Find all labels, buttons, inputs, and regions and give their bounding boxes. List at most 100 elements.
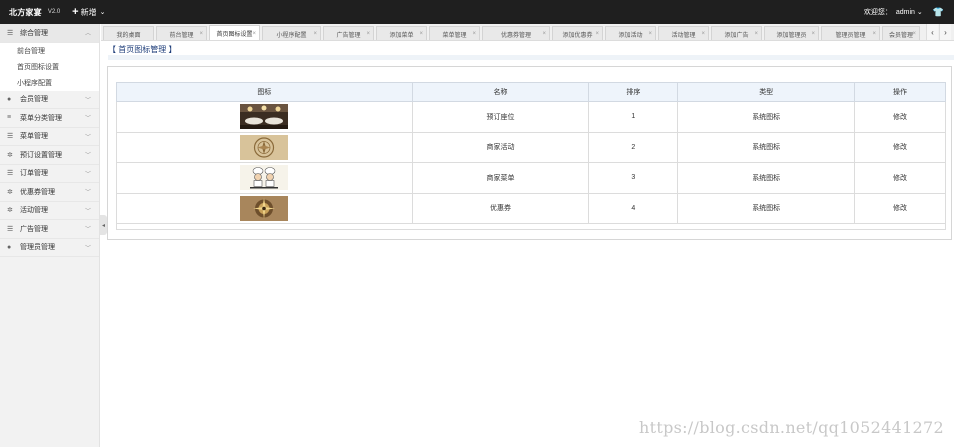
close-icon[interactable]: × xyxy=(419,31,423,37)
tab-label: 前台管理 xyxy=(169,32,194,39)
sidebar-item-1[interactable]: ● 会员管理 ﹀ xyxy=(0,91,99,109)
order-cell: 3 xyxy=(588,162,679,194)
tab-label: 首页图标设置 xyxy=(216,32,253,38)
chevron-down-icon: ﹀ xyxy=(84,245,91,252)
table-footer-cell xyxy=(116,223,946,230)
close-icon[interactable]: × xyxy=(472,31,476,37)
close-icon[interactable]: × xyxy=(648,31,652,37)
tab-10[interactable]: 活动管理 × xyxy=(658,26,709,40)
sidebar-item-9[interactable]: ● 管理员管理 ﹀ xyxy=(0,239,99,257)
col-icon-header: 图标 xyxy=(116,82,413,102)
action-cell: 修改 xyxy=(854,162,946,194)
tab-9[interactable]: 添加活动 × xyxy=(605,26,656,40)
tab-11[interactable]: 添加广告 × xyxy=(711,26,762,40)
gear-icon: ✲ xyxy=(7,207,13,215)
brand-name: 北方家宴 xyxy=(9,7,42,17)
sidebar-item-3[interactable]: ☰ 菜单管理 ﹀ xyxy=(0,128,99,146)
close-icon[interactable]: × xyxy=(811,31,815,37)
emblem-photo xyxy=(240,134,289,160)
close-icon[interactable]: × xyxy=(366,31,370,37)
tab-4[interactable]: 广告管理 × xyxy=(323,26,374,40)
sidebar-collapse-handle[interactable]: ◂ xyxy=(100,215,107,235)
col-name-header: 名称 xyxy=(411,82,590,102)
list-icon: ☰ xyxy=(7,133,14,141)
tab-label: 小程序配置 xyxy=(276,32,307,39)
name-cell: 优惠券 xyxy=(411,192,590,224)
close-icon[interactable]: × xyxy=(701,31,705,37)
sidebar-item-2[interactable]: ≡ 菜单分类管理 ﹀ xyxy=(0,109,99,128)
skin-shirt-icon[interactable]: 👕 xyxy=(933,7,944,18)
order-cell: 1 xyxy=(588,101,679,133)
tab-bar: 我的桌面 前台管理 × 首页图标设置 × 小程序配置 × 广告管理 × 添加菜单 × 菜单管理 × 优惠券… xyxy=(101,24,954,41)
close-icon[interactable]: × xyxy=(754,31,758,37)
sidebar-item-6[interactable]: ✲ 优惠券管理 ﹀ xyxy=(0,183,99,202)
sidebar-subitem-2[interactable]: 小程序配置 xyxy=(0,74,99,91)
tab-label: 会员管理 xyxy=(888,32,913,39)
chevron-down-icon: ﹀ xyxy=(84,190,91,197)
action-cell: 修改 xyxy=(854,192,946,224)
name-cell: 商家活动 xyxy=(411,131,590,163)
close-icon[interactable]: × xyxy=(912,31,916,37)
sidebar-item-5[interactable]: ☰ 订单管理 ﹀ xyxy=(0,165,99,183)
user-icon: ● xyxy=(7,243,12,251)
sidebar-item-7[interactable]: ✲ 活动管理 ﹀ xyxy=(0,202,99,220)
tab-13[interactable]: 管理员管理 × xyxy=(821,26,880,40)
tab-label: 活动管理 xyxy=(671,32,696,39)
tab-1[interactable]: 前台管理 × xyxy=(156,26,207,40)
tab-2[interactable]: 首页图标设置 × xyxy=(209,25,260,40)
sidebar-item-8[interactable]: ☰ 广告管理 ﹀ xyxy=(0,220,99,239)
table-row: 商家活动 2 系统图标 修改 xyxy=(116,131,946,163)
sidebar-item-4[interactable]: ✲ 预订设置管理 ﹀ xyxy=(0,146,99,165)
tab-5[interactable]: 添加菜单 × xyxy=(376,26,427,40)
close-icon[interactable]: × xyxy=(595,31,599,37)
sidebar-item-label: 优惠券管理 xyxy=(20,188,55,196)
close-icon[interactable]: × xyxy=(313,31,317,37)
list-icon: ☰ xyxy=(7,225,14,233)
icon-cell xyxy=(116,162,413,194)
new-dropdown-button[interactable]: + 新增 ⌄ xyxy=(72,5,105,18)
tab-label: 菜单管理 xyxy=(442,32,467,39)
edit-button[interactable]: 修改 xyxy=(893,114,907,121)
tab-scroll-right-icon[interactable]: › xyxy=(939,24,951,40)
edit-button[interactable]: 修改 xyxy=(893,175,907,182)
tab-6[interactable]: 菜单管理 × xyxy=(429,26,480,40)
table-row: 商家菜单 3 系统图标 修改 xyxy=(116,162,946,194)
sidebar-item-0[interactable]: ☰ 综合管理 ︿ xyxy=(0,24,99,43)
close-icon[interactable]: × xyxy=(542,31,546,37)
tab-0[interactable]: 我的桌面 xyxy=(103,26,154,40)
tab-7[interactable]: 优惠券管理 × xyxy=(482,26,550,40)
tab-12[interactable]: 添加管理员 × xyxy=(764,26,819,40)
content-panel: 图标 名称 排序 类型 操作 预订座位 1 系统图标 修改 商家活动 2 系统图标 修改 商家菜… xyxy=(107,66,952,240)
sidebar-item-label: 会员管理 xyxy=(20,96,48,104)
tab-14[interactable]: 会员管理 × xyxy=(882,26,920,40)
welcome-text: 欢迎您： xyxy=(863,9,892,16)
table-row: 优惠券 4 系统图标 修改 xyxy=(116,192,946,224)
edit-button[interactable]: 修改 xyxy=(893,205,907,212)
sidebar-subitem-0[interactable]: 前台管理 xyxy=(0,42,99,59)
name-cell: 预订座位 xyxy=(411,101,590,133)
chef-photo xyxy=(240,165,289,191)
edit-button[interactable]: 修改 xyxy=(893,144,907,151)
user-menu[interactable]: admin ⌄ xyxy=(896,8,923,16)
chevron-down-icon: ﹀ xyxy=(84,153,91,160)
tab-scroll-left-icon[interactable]: ‹ xyxy=(926,24,938,40)
close-icon[interactable]: × xyxy=(872,31,876,37)
chevron-down-icon: ﹀ xyxy=(84,208,91,215)
plus-icon: + xyxy=(72,5,79,18)
close-icon[interactable]: × xyxy=(252,31,256,37)
col-action-header: 操作 xyxy=(854,82,946,102)
col-order-header: 排序 xyxy=(588,82,679,102)
tab-3[interactable]: 小程序配置 × xyxy=(262,26,321,40)
sidebar-item-label: 活动管理 xyxy=(20,207,48,215)
sidebar-item-label: 预订设置管理 xyxy=(20,151,62,159)
list-icon: ☰ xyxy=(7,29,14,37)
tab-8[interactable]: 添加优惠券 × xyxy=(552,26,603,40)
close-icon[interactable]: × xyxy=(199,31,203,37)
icon-table: 图标 名称 排序 类型 操作 预订座位 1 系统图标 修改 商家活动 2 系统图标 修改 商家菜… xyxy=(116,82,946,230)
order-cell: 2 xyxy=(588,131,679,163)
tab-label: 优惠券管理 xyxy=(500,32,531,39)
sidebar-item-label: 订单管理 xyxy=(20,170,48,178)
list-icon: ☰ xyxy=(7,170,14,178)
chevron-down-icon: ﹀ xyxy=(84,171,91,178)
sidebar-subitem-1[interactable]: 首页图标设置 xyxy=(0,58,99,75)
